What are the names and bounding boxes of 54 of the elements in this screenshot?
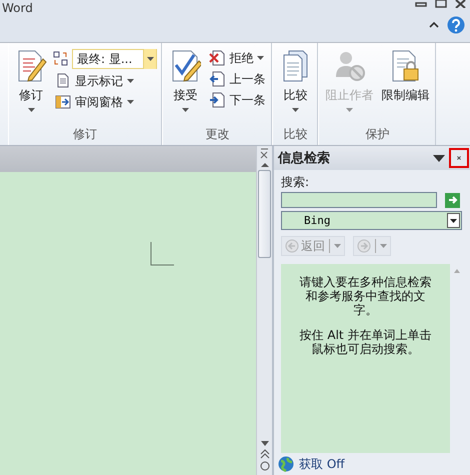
globe-icon bbox=[278, 456, 294, 472]
start-search-button[interactable] bbox=[445, 192, 460, 208]
group-label: 更改 bbox=[204, 126, 230, 143]
ribbon-button[interactable]: 下一条 bbox=[207, 91, 268, 109]
group-label: 修订 bbox=[72, 126, 98, 143]
person-block-icon bbox=[333, 49, 366, 83]
document-icon bbox=[55, 73, 71, 89]
close-icon bbox=[455, 0, 466, 8]
document-left-arrow-icon bbox=[209, 71, 226, 87]
ribbon-button[interactable]: 修订 bbox=[13, 47, 49, 123]
split-icon bbox=[259, 148, 270, 159]
triangle-icon bbox=[433, 154, 445, 162]
scroll-up-arrow bbox=[453, 268, 461, 274]
right-arrow-icon bbox=[448, 195, 458, 205]
close-button[interactable] bbox=[449, 148, 469, 168]
scroll-down-arrow bbox=[260, 440, 270, 447]
collapse-ribbon-icon bbox=[429, 21, 439, 29]
group-label: 比较 bbox=[282, 126, 308, 143]
markup-dropdown[interactable]: 最终: 显... bbox=[72, 49, 158, 69]
caret-icon bbox=[380, 244, 387, 248]
help-icon bbox=[447, 16, 465, 34]
browse-object-icon bbox=[260, 461, 270, 471]
source-dropdown[interactable]: Bing bbox=[281, 211, 462, 230]
markup-switch-icon bbox=[53, 51, 69, 67]
ribbon-button[interactable]: 比较 bbox=[277, 47, 314, 123]
search-label: 搜索: bbox=[281, 174, 310, 189]
pane-menu-button[interactable] bbox=[433, 154, 445, 162]
close-icon bbox=[457, 153, 461, 163]
ribbon-button[interactable]: 拒绝 bbox=[207, 49, 268, 67]
scrollbar-thumb[interactable] bbox=[258, 170, 271, 258]
pane-title: 信息检索 bbox=[278, 150, 331, 167]
scroll-up-arrow bbox=[260, 161, 270, 168]
ribbon-button[interactable]: 限制编辑 bbox=[379, 47, 432, 123]
right-arrow-icon bbox=[357, 239, 371, 253]
minimize-icon bbox=[415, 0, 427, 8]
caret-icon bbox=[450, 218, 457, 222]
caret-icon bbox=[334, 244, 341, 248]
previous-page-icon bbox=[260, 449, 270, 459]
window-title: Word bbox=[2, 1, 33, 16]
maximize-icon bbox=[435, 0, 447, 8]
document-cross-icon bbox=[209, 50, 226, 66]
ribbon-button[interactable]: 接受 bbox=[167, 47, 204, 123]
group-label: 保护 bbox=[364, 126, 390, 143]
margin-corner-mark bbox=[150, 242, 174, 266]
ribbon-button[interactable]: 审阅窗格 bbox=[53, 93, 158, 111]
left-arrow-icon bbox=[285, 239, 299, 253]
pane-icon bbox=[55, 94, 71, 110]
hint-text: 按住 Alt 并在单词上单击鼠标也可启动搜索。 bbox=[298, 329, 432, 357]
search-field[interactable] bbox=[281, 192, 437, 208]
ribbon-button[interactable]: 显示标记 bbox=[53, 72, 158, 90]
hint-text: 请键入要在多种信息检索和参考服务中查找的文字。 bbox=[298, 276, 432, 318]
office-marketplace-link[interactable]: 获取 Off bbox=[299, 456, 345, 472]
ribbon-button[interactable]: 上一条 bbox=[207, 70, 268, 88]
document-right-arrow-icon bbox=[209, 92, 226, 108]
